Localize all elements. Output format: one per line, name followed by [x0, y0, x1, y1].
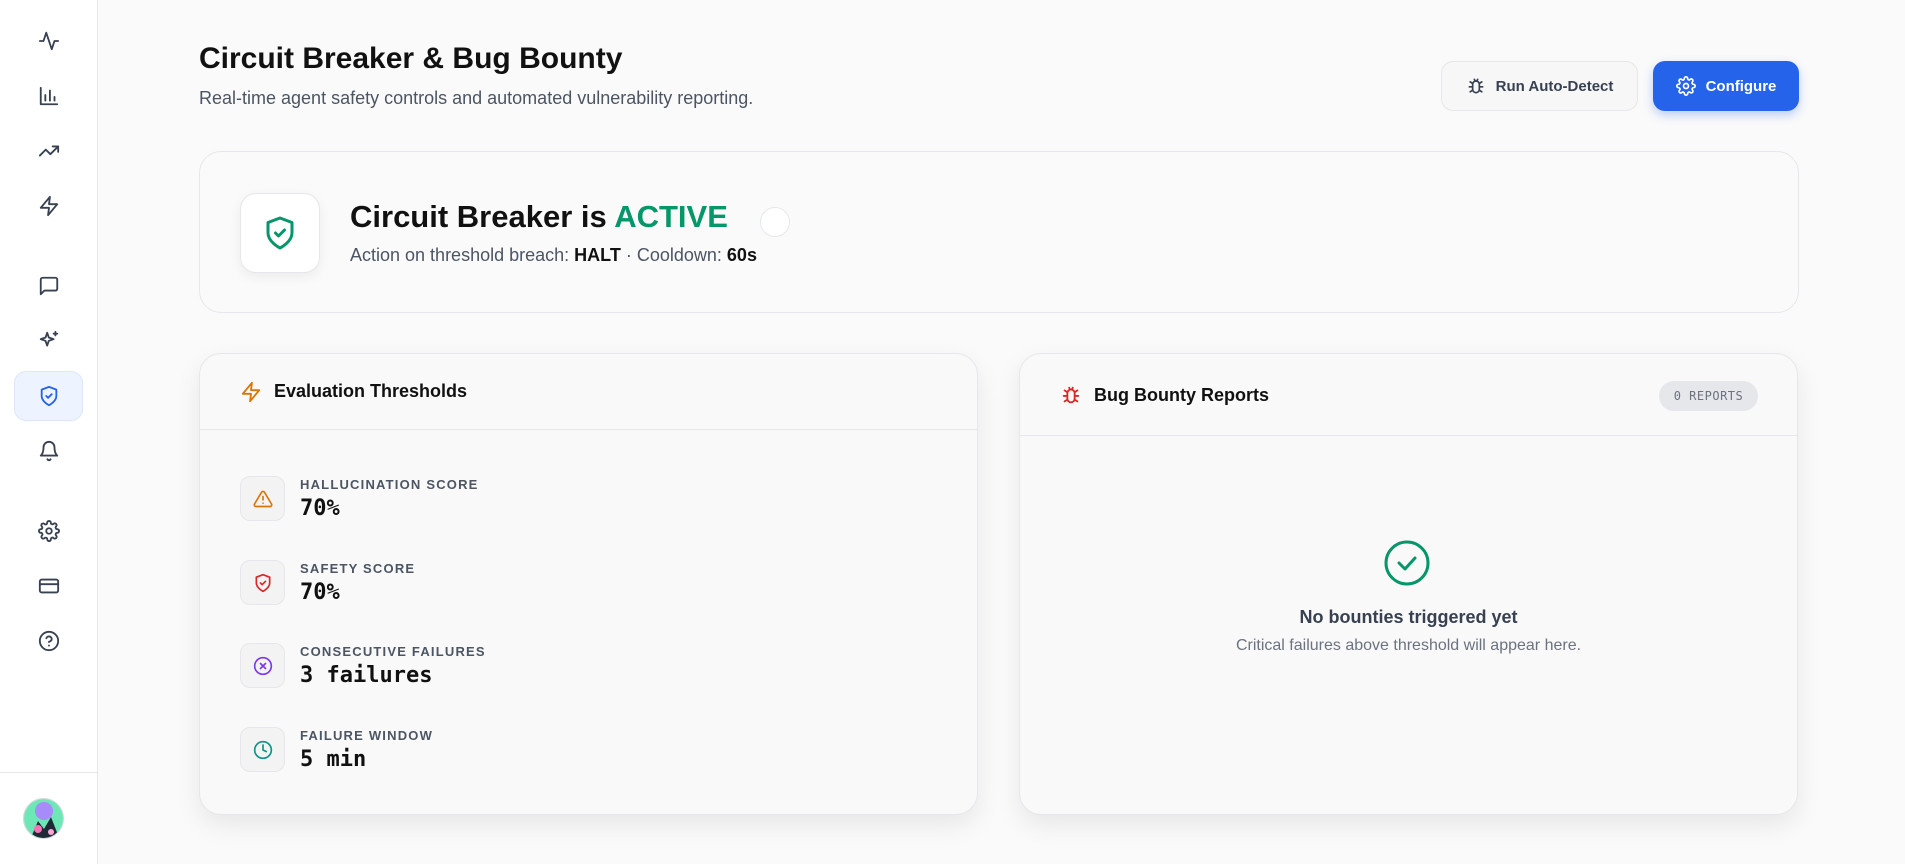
panel-header: Bug Bounty Reports 0 REPORTS: [1020, 354, 1797, 436]
help-circle-icon: [38, 630, 59, 652]
page-title: Circuit Breaker & Bug Bounty: [199, 42, 623, 75]
threshold-label: CONSECUTIVE FAILURES: [300, 644, 486, 659]
threshold-safety: SAFETY SCORE 70%: [240, 560, 840, 622]
zap-icon: [241, 381, 261, 403]
bell-icon: [39, 441, 58, 462]
threshold-icon-box: [240, 560, 285, 605]
status-icon-box: [240, 193, 320, 273]
sidebar-item-billing[interactable]: [14, 561, 83, 611]
sidebar-item-help[interactable]: [14, 616, 83, 666]
shield-icon: [255, 573, 270, 592]
reports-count-badge: 0 REPORTS: [1659, 381, 1758, 411]
circuit-breaker-status-card: Circuit Breaker is ACTIVE Action on thre…: [199, 151, 1799, 313]
message-icon: [39, 276, 58, 296]
credit-card-icon: [38, 578, 59, 594]
alert-triangle-icon: [252, 490, 273, 507]
status-title: Circuit Breaker is ACTIVE: [350, 199, 728, 235]
configure-button[interactable]: Configure: [1653, 61, 1799, 111]
threshold-label: SAFETY SCORE: [300, 561, 416, 576]
status-toggle[interactable]: [760, 207, 790, 237]
status-separator: ·: [625, 245, 632, 265]
settings-icon: [37, 520, 60, 542]
bug-icon: [1062, 386, 1080, 404]
empty-state-subtitle: Critical failures above threshold will a…: [1235, 637, 1582, 654]
panel-header: Evaluation Thresholds: [200, 354, 977, 430]
threshold-label: HALLUCINATION SCORE: [300, 477, 479, 492]
action-label: Action on threshold breach:: [350, 245, 570, 265]
threshold-icon-box: [240, 476, 285, 521]
threshold-value: 70%: [300, 580, 340, 605]
page-subtitle: Real-time agent safety controls and auto…: [199, 88, 754, 108]
sidebar-item-analytics[interactable]: [14, 71, 83, 121]
threshold-consecutive-failures: CONSECUTIVE FAILURES 3 failures: [240, 643, 840, 705]
sidebar-item-settings[interactable]: [14, 506, 83, 556]
run-auto-detect-label: Run Auto-Detect: [1495, 77, 1614, 95]
status-detail: Action on threshold breach: HALT · Coold…: [350, 245, 757, 266]
empty-state-title: No bounties triggered yet: [1299, 607, 1518, 627]
clock-icon: [253, 740, 272, 759]
sidebar-item-activity[interactable]: [14, 16, 83, 66]
main-content: Circuit Breaker & Bug Bounty Real-time a…: [98, 0, 1905, 864]
check-circle-icon: [1384, 540, 1430, 586]
action-value: HALT: [574, 245, 621, 265]
sidebar-item-circuit-breaker[interactable]: [14, 371, 83, 421]
bar-chart-icon: [39, 86, 58, 106]
sidebar-item-events[interactable]: [14, 181, 83, 231]
sparkles-icon: [39, 330, 58, 347]
cooldown-label: Cooldown:: [636, 245, 722, 265]
status-state: ACTIVE: [614, 199, 728, 234]
run-auto-detect-button[interactable]: Run Auto-Detect: [1441, 61, 1638, 111]
zap-icon: [39, 195, 58, 217]
threshold-value: 3 failures: [300, 663, 433, 688]
panel-title: Bug Bounty Reports: [1094, 385, 1269, 405]
threshold-icon-box: [240, 727, 285, 772]
empty-state-icon: [1383, 539, 1431, 587]
configure-label: Configure: [1705, 77, 1777, 95]
threshold-value: 5 min: [300, 747, 367, 772]
x-circle-icon: [253, 656, 272, 675]
sidebar-divider: [0, 772, 98, 773]
shield-check-icon: [266, 216, 294, 250]
settings-icon: [1675, 76, 1696, 96]
activity-icon: [38, 31, 59, 51]
trending-up-icon: [38, 145, 59, 157]
sidebar: [0, 0, 98, 864]
bug-bounty-reports-panel: Bug Bounty Reports 0 REPORTS No bounties…: [1019, 353, 1798, 815]
sidebar-item-ai[interactable]: [14, 316, 83, 366]
sidebar-item-notifications[interactable]: [14, 426, 83, 476]
threshold-hallucination: HALLUCINATION SCORE 70%: [240, 476, 840, 538]
status-title-prefix: Circuit Breaker is: [350, 199, 607, 234]
evaluation-thresholds-panel: Evaluation Thresholds HALLUCINATION SCOR…: [199, 353, 978, 815]
bug-icon: [1468, 78, 1484, 94]
threshold-icon-box: [240, 643, 285, 688]
threshold-label: FAILURE WINDOW: [300, 728, 434, 743]
sidebar-item-messages[interactable]: [14, 261, 83, 311]
threshold-failure-window: FAILURE WINDOW 5 min: [240, 727, 840, 789]
sidebar-item-trends[interactable]: [14, 126, 83, 176]
cooldown-value: 60s: [726, 245, 757, 265]
avatar[interactable]: [23, 798, 64, 839]
threshold-value: 70%: [300, 496, 340, 521]
panel-title: Evaluation Thresholds: [274, 381, 468, 401]
shield-check-icon: [40, 385, 57, 407]
